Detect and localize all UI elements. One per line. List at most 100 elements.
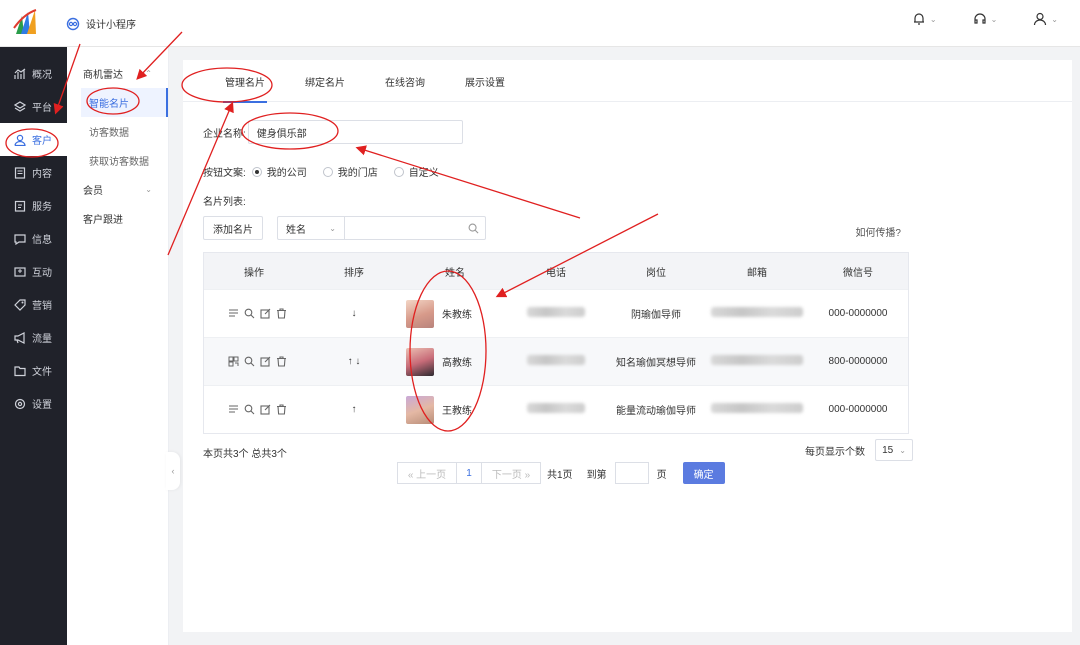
tab-display-settings[interactable]: 展示设置 — [445, 60, 525, 102]
radio-label: 我的门店 — [337, 168, 378, 179]
search-icon[interactable] — [244, 404, 255, 415]
coach-name: 朱教练 — [442, 310, 472, 321]
sidebar-item-traffic[interactable]: 流量 — [0, 321, 67, 354]
subnav-group-label: 客户跟进 — [83, 215, 123, 226]
sidebar-item-info[interactable]: 信息 — [0, 222, 67, 255]
prev-page-button[interactable]: « 上一页 — [397, 462, 457, 484]
sort-cell[interactable]: ↑ ↓ — [304, 356, 404, 367]
avatar — [406, 395, 434, 424]
cards-table: 操作 排序 姓名 电话 岗位 邮箱 微信号 ↓ 朱教练 阴瑜伽导师 000-00… — [203, 252, 909, 434]
folder-icon — [14, 365, 26, 376]
redacted-email — [711, 403, 803, 413]
radio-my-store[interactable]: 我的门店 — [322, 164, 378, 179]
top-bar: 设计小程序 ⌄ ⌄ ⌄ — [0, 0, 1080, 47]
table-row: ↑ 王教练 能量流动瑜伽导师 000-0000000 — [204, 385, 908, 433]
subnav-item-get-visitor-data[interactable]: 获取访客数据 — [67, 146, 168, 175]
sidebar-item-overview[interactable]: 概况 — [0, 57, 67, 90]
page-size-select[interactable]: 15 ⌄ — [875, 439, 913, 461]
trash-icon[interactable] — [276, 404, 287, 415]
bell-icon — [913, 13, 924, 25]
position-cell: 知名瑜伽冥想导师 — [616, 358, 696, 369]
radio-custom[interactable]: 自定义 — [393, 164, 439, 179]
chart-icon — [14, 68, 26, 79]
subnav-group-member[interactable]: 会员 ⌄ — [67, 175, 168, 204]
tab-manage-cards[interactable]: 管理名片 — [205, 60, 285, 103]
search-icon[interactable] — [244, 308, 255, 319]
notifications-button[interactable]: ⌄ — [912, 12, 937, 26]
sidebar-item-marketing[interactable]: 营销 — [0, 288, 67, 321]
how-to-share-link[interactable]: 如何传播? — [855, 224, 901, 239]
search-field-select[interactable]: 姓名 ⌄ — [277, 216, 345, 240]
phone-cell — [506, 403, 606, 416]
chevron-down-icon: ⌄ — [990, 14, 998, 24]
radio-label: 我的公司 — [266, 168, 307, 179]
next-page-button[interactable]: 下一页 » — [481, 462, 541, 484]
search-icon[interactable] — [244, 356, 255, 367]
tag-icon — [14, 298, 26, 311]
trash-icon[interactable] — [276, 356, 287, 367]
user-menu-button[interactable]: ⌄ — [1033, 12, 1058, 26]
user-icon — [1034, 12, 1047, 26]
detail-icon[interactable] — [228, 404, 239, 415]
column-header: 岗位 — [646, 267, 666, 279]
sidebar-item-interaction[interactable]: 互动 — [0, 255, 67, 288]
subnav-group-customer-followup[interactable]: 客户跟进 — [67, 204, 168, 233]
subnav-item-visitor-data[interactable]: 访客数据 — [67, 117, 168, 146]
subnav-item-label: 智能名片 — [89, 99, 129, 110]
sidebar-item-label: 服务 — [32, 202, 52, 213]
row-actions — [204, 356, 304, 367]
search-icon — [468, 223, 479, 234]
sidebar-item-platform[interactable]: 平台 — [0, 90, 67, 123]
confirm-page-button[interactable]: 确定 — [682, 462, 725, 484]
radio-indicator — [393, 166, 404, 177]
support-button[interactable]: ⌄ — [973, 12, 998, 26]
tab-bind-cards[interactable]: 绑定名片 — [285, 60, 365, 102]
sidebar-item-files[interactable]: 文件 — [0, 354, 67, 387]
tab-label: 绑定名片 — [305, 77, 345, 89]
edit-icon[interactable] — [259, 308, 271, 319]
card-list-label: 名片列表: — [203, 197, 246, 208]
name-cell: 高教练 — [404, 347, 506, 376]
qr-code-icon[interactable] — [228, 356, 239, 367]
subnav-item-smart-card[interactable]: 智能名片 — [81, 88, 168, 117]
sidebar-item-customer[interactable]: 客户 — [0, 123, 67, 156]
sidebar-item-service[interactable]: 服务 — [0, 189, 67, 222]
position-cell: 阴瑜伽导师 — [631, 310, 681, 321]
add-card-button[interactable]: 添加名片 — [203, 216, 263, 240]
column-header: 微信号 — [843, 267, 873, 279]
collapse-sidebar-handle[interactable]: ‹ — [166, 452, 180, 490]
next-label: 下一页 » — [491, 469, 531, 481]
column-header: 电话 — [546, 267, 566, 279]
app-switcher[interactable]: 设计小程序 — [66, 16, 136, 31]
chevron-left-icon: ‹ — [171, 466, 175, 476]
sidebar-item-content[interactable]: 内容 — [0, 156, 67, 189]
phone-cell — [506, 307, 606, 320]
edit-icon[interactable] — [259, 404, 271, 415]
name-cell: 王教练 — [404, 395, 506, 424]
radio-my-company[interactable]: 我的公司 — [251, 164, 307, 179]
sidebar-item-label: 客户 — [32, 136, 52, 147]
goto-page-input[interactable] — [614, 462, 649, 484]
wechat-cell: 800-0000000 — [828, 356, 888, 367]
document-icon — [14, 166, 26, 179]
tab-bar: 管理名片 绑定名片 在线咨询 展示设置 — [183, 60, 1072, 103]
headset-icon — [973, 13, 986, 24]
select-value: 姓名 — [286, 224, 306, 236]
row-actions — [204, 308, 304, 319]
search-input[interactable] — [345, 216, 486, 240]
redacted-phone — [527, 307, 585, 317]
button-text-label: 按钮文案: — [203, 168, 246, 179]
secondary-nav: 商机雷达 ⌃ 智能名片 访客数据 获取访客数据 会员 ⌄ 客户跟进 — [67, 47, 169, 645]
subnav-group-opportunity-radar[interactable]: 商机雷达 ⌃ — [67, 59, 168, 88]
page-number-1[interactable]: 1 — [457, 462, 481, 484]
tab-online-consult[interactable]: 在线咨询 — [365, 60, 445, 102]
sidebar-item-settings[interactable]: 设置 — [0, 387, 67, 420]
company-name-input[interactable]: 健身俱乐部 — [247, 120, 463, 144]
sort-cell[interactable]: ↑ — [304, 404, 404, 415]
wechat-cell: 000-0000000 — [828, 308, 888, 319]
detail-icon[interactable] — [228, 308, 239, 319]
edit-icon[interactable] — [259, 356, 271, 367]
trash-icon[interactable] — [276, 308, 287, 319]
page-size-value: 15 — [882, 444, 894, 456]
sort-cell[interactable]: ↓ — [304, 308, 404, 319]
